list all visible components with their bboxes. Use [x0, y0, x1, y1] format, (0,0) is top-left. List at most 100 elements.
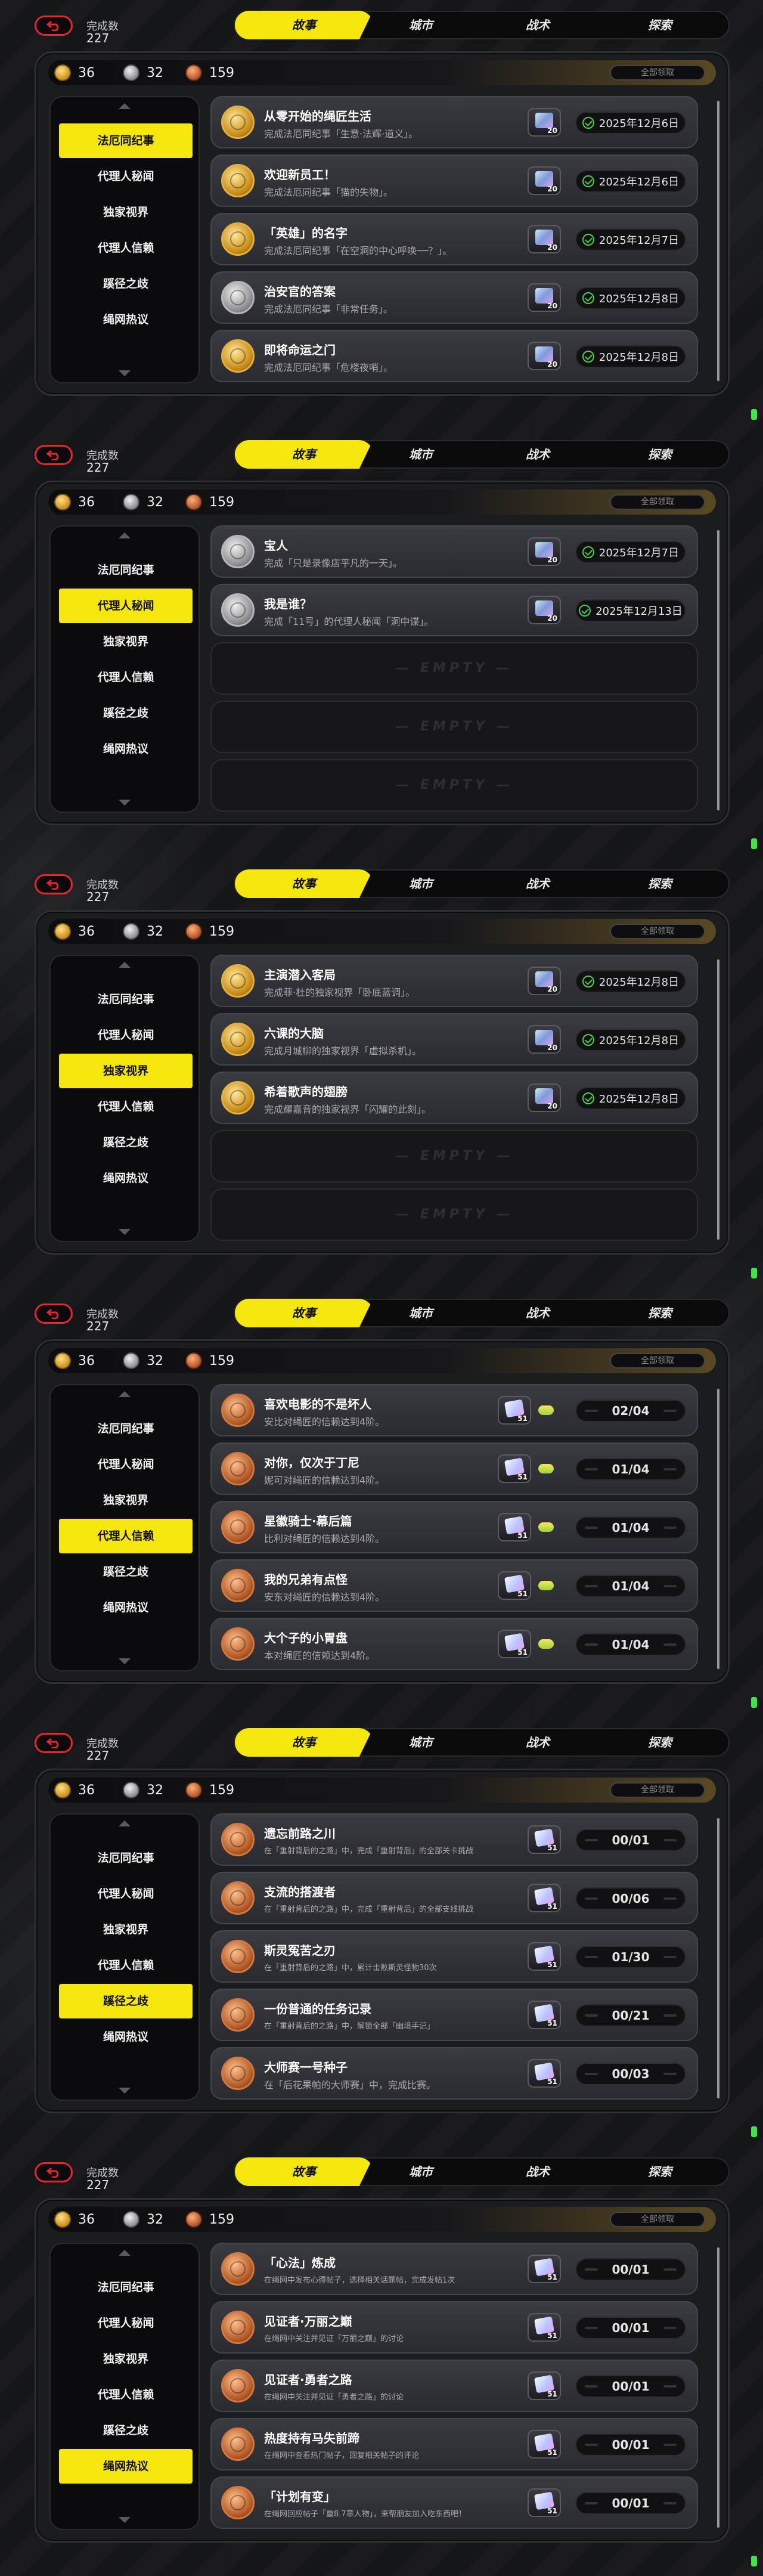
- achievement-row[interactable]: 对你，仅次于丁尼 妮可对绳匠的信赖达到4阶。 51 01/04: [210, 1442, 698, 1495]
- achievement-row[interactable]: 斯灵冤苦之刃 在「重射背后的之路」中，累计击败斯灵怪物30次 51 01/30: [210, 1930, 698, 1983]
- reward-item[interactable]: 20: [528, 108, 561, 137]
- sidebar-item[interactable]: 蹊径之歧: [59, 2413, 193, 2448]
- scroll-down-icon[interactable]: [119, 2088, 131, 2094]
- scroll-up-icon[interactable]: [119, 1820, 131, 1826]
- sidebar-item[interactable]: 法厄同纪事: [59, 1841, 193, 1875]
- sidebar-item[interactable]: 法厄同纪事: [59, 553, 193, 587]
- list-scrollbar[interactable]: [717, 101, 719, 381]
- achievement-row[interactable]: 一份普通的任务记录 在「重射背后的之路」中，解锁全部「幽境手记」 51 00/21: [210, 1989, 698, 2041]
- reward-item[interactable]: 51: [498, 1513, 531, 1541]
- tab-tactics[interactable]: 战术: [472, 869, 603, 898]
- list-scrollbar[interactable]: [717, 959, 719, 1240]
- reward-item[interactable]: 51: [528, 2371, 561, 2400]
- list-scrollbar[interactable]: [717, 1818, 719, 2098]
- scroll-up-icon[interactable]: [119, 962, 131, 968]
- back-button[interactable]: [35, 445, 73, 465]
- tab-city[interactable]: 城市: [353, 1299, 489, 1327]
- back-button[interactable]: [35, 1733, 73, 1753]
- reward-item[interactable]: 51: [498, 1571, 531, 1600]
- sidebar-item[interactable]: 独家视界: [59, 1483, 193, 1518]
- achievement-row[interactable]: 我是谁？ 完成「11号」的代理人秘闻「洞中谍」。 20 2025年12月13日: [210, 584, 698, 636]
- list-scrollbar[interactable]: [717, 530, 719, 810]
- scroll-up-icon[interactable]: [119, 2250, 131, 2256]
- sidebar-item[interactable]: 蹊径之歧: [59, 1555, 193, 1589]
- sidebar-item[interactable]: 绳网热议: [59, 732, 193, 766]
- achievement-row[interactable]: 遗忘前路之川 在「重射背后的之路」中，完成「重射背后」的全部关卡挑战 51 00/01: [210, 1813, 698, 1866]
- sidebar-item[interactable]: 代理人信赖: [59, 1948, 193, 1983]
- battery-reward-icon[interactable]: [537, 1404, 555, 1416]
- tab-explore[interactable]: 探索: [590, 2157, 730, 2186]
- achievement-row[interactable]: 从零开始的绳匠生活 完成法厄同纪事「生意·法辉·道义」。 20 2025年12月6日: [210, 96, 698, 148]
- sidebar-item[interactable]: 绳网热议: [59, 1161, 193, 1196]
- tab-city[interactable]: 城市: [353, 11, 489, 39]
- sidebar-item[interactable]: 法厄同纪事: [59, 1411, 193, 1446]
- scrollbar-thumb[interactable]: [717, 2247, 719, 2528]
- sidebar-item[interactable]: 蹊径之歧: [59, 696, 193, 730]
- reward-item[interactable]: 20: [528, 342, 561, 370]
- scroll-down-icon[interactable]: [119, 370, 131, 376]
- reward-item[interactable]: 20: [528, 225, 561, 253]
- achievement-row[interactable]: 主演潜入客局 完成菲·杜的独家视界「卧底蓝调」。 20 2025年12月8日: [210, 955, 698, 1007]
- tab-tactics[interactable]: 战术: [472, 1728, 603, 1757]
- achievement-row[interactable]: 治安官的答案 完成法厄同纪事「非常任务」。 20 2025年12月8日: [210, 271, 698, 324]
- back-button[interactable]: [35, 2162, 73, 2182]
- tab-city[interactable]: 城市: [353, 1728, 489, 1757]
- reward-item[interactable]: 51: [498, 1454, 531, 1483]
- claim-all-button[interactable]: 全部领取: [610, 494, 705, 510]
- battery-reward-icon[interactable]: [537, 1463, 555, 1475]
- claim-all-button[interactable]: 全部领取: [610, 1782, 705, 1798]
- achievement-row[interactable]: 见证者·万丽之巅 在绳网中关注并见证「万丽之巅」的讨论 51 00/01: [210, 2301, 698, 2354]
- achievement-row[interactable]: 「计划有变」 在绳网回应帖子「重8.7章人物」，来帮朋友加入吃东西吧！ 51 00/0…: [210, 2476, 698, 2529]
- sidebar-item[interactable]: 代理人信赖: [59, 660, 193, 695]
- scroll-up-icon[interactable]: [119, 103, 131, 109]
- achievement-row[interactable]: 大个子的小胃盘 本对绳匠的信赖达到4阶。 51 01/04: [210, 1618, 698, 1670]
- sidebar-item[interactable]: 蹊径之歧: [59, 1125, 193, 1160]
- back-button[interactable]: [35, 1304, 73, 1324]
- sidebar-item[interactable]: 代理人信赖: [59, 2377, 193, 2412]
- list-scrollbar[interactable]: [717, 2247, 719, 2528]
- achievement-row[interactable]: 「英雄」的名字 完成法厄同纪事「在空洞的中心呼唤──？」。 20 2025年12月7日: [210, 213, 698, 265]
- tab-tactics[interactable]: 战术: [472, 440, 603, 469]
- tab-city[interactable]: 城市: [353, 2157, 489, 2186]
- back-button[interactable]: [35, 16, 73, 36]
- reward-item[interactable]: 20: [528, 166, 561, 195]
- scrollbar-thumb[interactable]: [717, 1389, 719, 1669]
- tab-explore[interactable]: 探索: [590, 11, 730, 39]
- sidebar-item[interactable]: 法厄同纪事: [59, 2270, 193, 2305]
- sidebar-item[interactable]: 独家视界: [59, 2342, 193, 2376]
- scroll-up-icon[interactable]: [119, 532, 131, 538]
- reward-item[interactable]: 20: [528, 537, 561, 566]
- sidebar-item[interactable]: 蹊径之歧: [59, 1984, 193, 2018]
- sidebar-item[interactable]: 绳网热议: [59, 302, 193, 337]
- sidebar-item[interactable]: 代理人秘闻: [59, 2306, 193, 2340]
- reward-item[interactable]: 51: [528, 2488, 561, 2517]
- tab-city[interactable]: 城市: [353, 869, 489, 898]
- scroll-down-icon[interactable]: [119, 800, 131, 806]
- achievement-row[interactable]: 热度持有马失前蹄 在绳网中查看热门帖子，回复相关帖子的评论 51 00/01: [210, 2418, 698, 2470]
- sidebar-item[interactable]: 独家视界: [59, 195, 193, 230]
- tab-explore[interactable]: 探索: [590, 1728, 730, 1757]
- sidebar-item[interactable]: 代理人秘闻: [59, 1018, 193, 1052]
- reward-item[interactable]: 51: [528, 2255, 561, 2283]
- reward-item[interactable]: 20: [528, 1083, 561, 1112]
- reward-item[interactable]: 51: [528, 2313, 561, 2342]
- sidebar-item[interactable]: 代理人秘闻: [59, 159, 193, 194]
- sidebar-item[interactable]: 独家视界: [59, 1054, 193, 1088]
- reward-item[interactable]: 51: [528, 1825, 561, 1854]
- reward-item[interactable]: 20: [528, 967, 561, 995]
- reward-item[interactable]: 51: [528, 1884, 561, 1912]
- sidebar-item[interactable]: 代理人秘闻: [59, 1447, 193, 1482]
- reward-item[interactable]: 51: [528, 2430, 561, 2459]
- achievement-row[interactable]: 希着歌声的翅膀 完成耀嘉音的独家视界「闪耀的此刻」。 20 2025年12月8日: [210, 1072, 698, 1124]
- sidebar-item[interactable]: 绳网热议: [59, 1590, 193, 1625]
- sidebar-item[interactable]: 蹊径之歧: [59, 267, 193, 301]
- sidebar-item[interactable]: 独家视界: [59, 1912, 193, 1947]
- reward-item[interactable]: 20: [528, 283, 561, 312]
- achievement-row[interactable]: 见证者·勇者之路 在绳网中关注并见证「勇者之路」的讨论 51 00/01: [210, 2360, 698, 2412]
- claim-all-button[interactable]: 全部领取: [610, 1353, 705, 1368]
- scroll-down-icon[interactable]: [119, 1229, 131, 1235]
- reward-item[interactable]: 51: [528, 2059, 561, 2088]
- sidebar-item[interactable]: 代理人信赖: [59, 231, 193, 265]
- back-button[interactable]: [35, 874, 73, 894]
- tab-explore[interactable]: 探索: [590, 1299, 730, 1327]
